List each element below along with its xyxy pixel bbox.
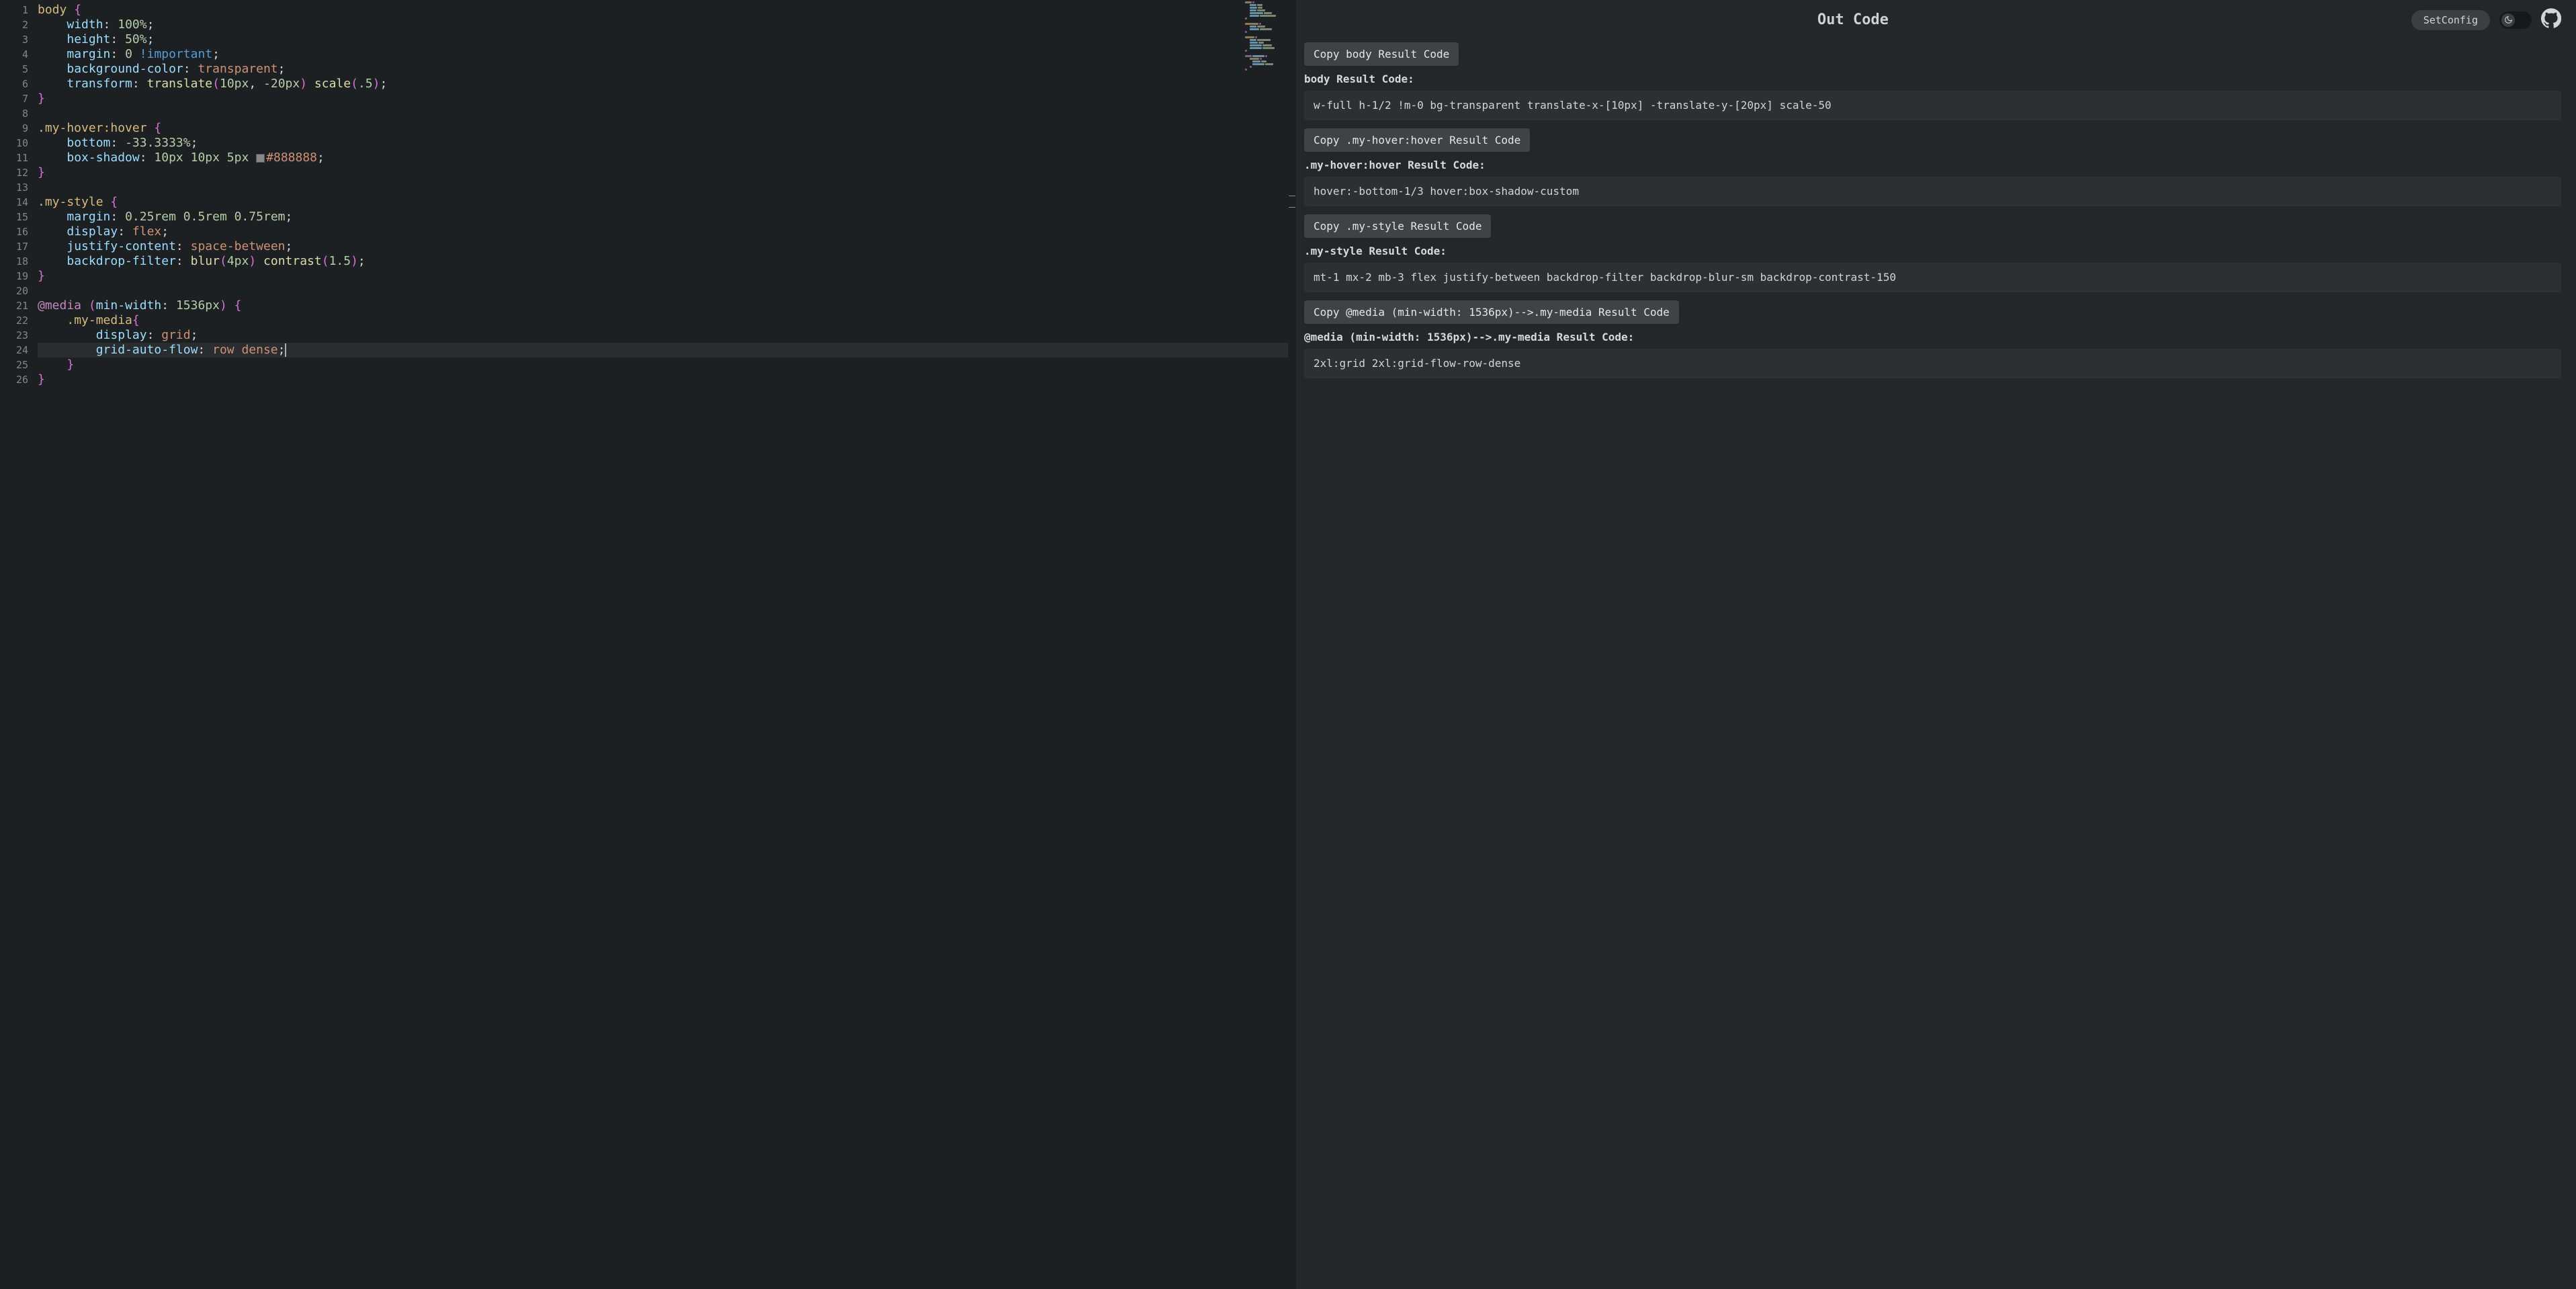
css-value: 100% (118, 17, 146, 32)
copy-result-button[interactable]: Copy .my-style Result Code (1304, 214, 1491, 238)
css-property: bottom (67, 136, 110, 150)
code-editor-pane[interactable]: 1234567891011121314151617181920212223242… (0, 0, 1288, 1289)
css-value: space-between (191, 239, 286, 253)
line-number: 13 (0, 180, 38, 195)
line-number: 10 (0, 136, 38, 151)
current-line: grid-auto-flow: row dense; (38, 343, 1288, 358)
css-color: #888888 (266, 151, 317, 165)
output-pane: Out Code SetConfig Copy body Result Code… (1296, 0, 2576, 1289)
result-section: Copy .my-style Result Code .my-style Resu… (1304, 214, 2561, 292)
css-value: 10px 10px 5px (154, 151, 249, 165)
code-area[interactable]: body { width: 100%; height: 50%; margin:… (38, 0, 1288, 1289)
css-property: box-shadow (67, 151, 139, 165)
line-number: 9 (0, 121, 38, 136)
css-property: backdrop-filter (67, 254, 176, 268)
result-code[interactable]: w-full h-1/2 !m-0 bg-transparent transla… (1304, 91, 2561, 120)
css-value: 0.25rem 0.5rem 0.75rem (125, 210, 285, 224)
css-property: grid-auto-flow (96, 343, 198, 357)
result-code[interactable]: 2xl:grid 2xl:grid-flow-row-dense (1304, 349, 2561, 378)
line-number: 11 (0, 151, 38, 165)
css-function: blur (191, 254, 220, 268)
copy-result-button[interactable]: Copy @media (min-width: 1536px)-->.my-me… (1304, 300, 1679, 324)
result-title: .my-hover:hover Result Code: (1304, 159, 2561, 171)
css-function: translate (147, 77, 213, 91)
css-value: flex (132, 224, 161, 239)
output-toolbar: Out Code SetConfig (1304, 8, 2561, 32)
css-property: transform (67, 77, 132, 91)
css-property: margin (67, 210, 110, 224)
css-selector: .my-hover:hover (38, 121, 147, 135)
line-number: 16 (0, 224, 38, 239)
output-title: Out Code (1304, 11, 2402, 28)
result-section: Copy @media (min-width: 1536px)-->.my-me… (1304, 300, 2561, 378)
github-icon[interactable] (2541, 8, 2561, 32)
line-number: 8 (0, 106, 38, 121)
line-number: 6 (0, 77, 38, 91)
result-section: Copy body Result Code body Result Code: w-… (1304, 42, 2561, 120)
line-number: 4 (0, 47, 38, 62)
line-number-gutter: 1234567891011121314151617181920212223242… (0, 0, 38, 1289)
css-selector: .my-media (67, 313, 132, 327)
line-number: 7 (0, 91, 38, 106)
line-number: 26 (0, 372, 38, 387)
line-number: 22 (0, 313, 38, 328)
css-value: grid (161, 328, 190, 342)
line-number: 21 (0, 298, 38, 313)
copy-result-button[interactable]: Copy body Result Code (1304, 42, 1459, 66)
line-number: 12 (0, 165, 38, 180)
css-function: contrast (263, 254, 322, 268)
brace-close: } (38, 91, 45, 106)
line-number: 23 (0, 328, 38, 343)
brace-close: } (38, 269, 45, 283)
result-code[interactable]: hover:-bottom-1/3 hover:box-shadow-custo… (1304, 177, 2561, 206)
set-config-button[interactable]: SetConfig (2411, 10, 2490, 30)
line-number: 2 (0, 17, 38, 32)
result-code[interactable]: mt-1 mx-2 mb-3 flex justify-between back… (1304, 263, 2561, 292)
css-property: margin (67, 47, 110, 61)
css-selector: .my-style (38, 195, 103, 209)
line-number: 17 (0, 239, 38, 254)
line-number: 18 (0, 254, 38, 269)
line-number: 3 (0, 32, 38, 47)
split-handle[interactable] (1288, 0, 1296, 1289)
line-number: 14 (0, 195, 38, 210)
css-value: 50% (125, 32, 147, 46)
css-value: transparent (198, 62, 277, 76)
brace-open: { (74, 3, 81, 17)
important-flag: !important (140, 47, 212, 61)
line-number: 19 (0, 269, 38, 284)
moon-icon (2501, 13, 2515, 27)
brace-close: } (38, 372, 45, 386)
text-cursor (285, 343, 286, 357)
css-function: scale (314, 77, 351, 91)
app-root: 1234567891011121314151617181920212223242… (0, 0, 2576, 1289)
css-value: row dense (212, 343, 278, 357)
line-number: 25 (0, 358, 38, 372)
line-number: 5 (0, 62, 38, 77)
brace-close: } (67, 358, 74, 372)
line-number: 1 (0, 3, 38, 17)
result-section: Copy .my-hover:hover Result Code .my-hove… (1304, 128, 2561, 206)
line-number: 15 (0, 210, 38, 224)
color-swatch-icon (256, 154, 265, 163)
theme-toggle[interactable] (2499, 11, 2532, 29)
line-number: 20 (0, 284, 38, 298)
css-property: display (67, 224, 118, 239)
copy-result-button[interactable]: Copy .my-hover:hover Result Code (1304, 128, 1530, 152)
css-selector: body (38, 3, 67, 17)
brace-close: } (38, 165, 45, 179)
drag-handle-icon (1289, 196, 1295, 208)
result-title: .my-style Result Code: (1304, 245, 2561, 257)
css-value: -33.3333% (125, 136, 191, 150)
result-title: body Result Code: (1304, 73, 2561, 85)
css-property: background-color (67, 62, 183, 76)
css-property: height (67, 32, 110, 46)
result-title: @media (min-width: 1536px)-->.my-media R… (1304, 331, 2561, 343)
css-property: display (96, 328, 147, 342)
css-value: 0 (125, 47, 132, 61)
css-property: justify-content (67, 239, 176, 253)
at-rule: @media (38, 298, 81, 313)
css-property: width (67, 17, 103, 32)
